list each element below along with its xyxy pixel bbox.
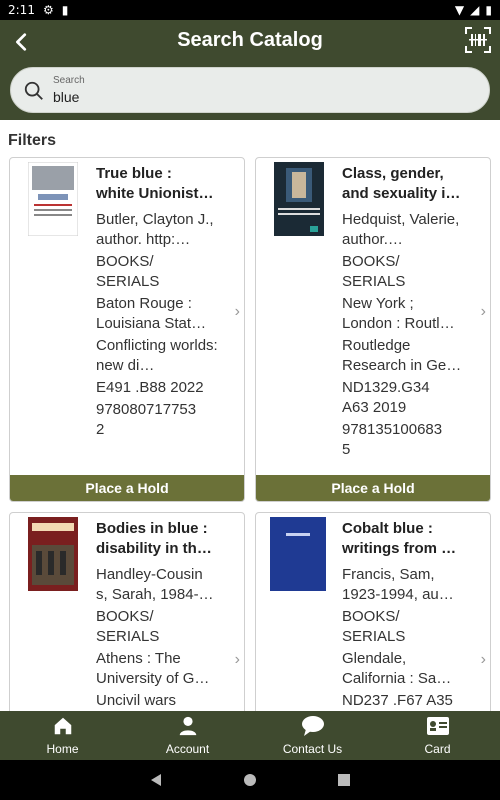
result-publisher: Athens : The University of G… [96, 650, 210, 687]
result-isbn: 978080717753 2 [96, 401, 197, 438]
barcode-scan-icon [465, 27, 491, 53]
result-format: BOOKS/ SERIALS [96, 253, 160, 290]
app-header: Search Catalog Search blue [0, 20, 500, 120]
nav-contact-label: Contact Us [282, 742, 343, 756]
chat-bubble-icon [301, 716, 324, 736]
chevron-right-icon: › [480, 651, 486, 668]
back-triangle-icon[interactable] [149, 773, 163, 787]
home-circle-icon[interactable] [243, 773, 257, 787]
barcode-scan-button[interactable] [464, 26, 492, 54]
chevron-right-icon: › [234, 303, 240, 320]
status-bar: 2:11 ⚙ ▮ ▼ ◢ ▮ [0, 0, 500, 20]
result-author: Francis, Sam, 1923-1994, au… [342, 566, 454, 603]
search-input[interactable]: Search blue [10, 67, 490, 113]
result-author: Butler, Clayton J., author. http:… [96, 211, 214, 248]
result-publisher: Baton Rouge : Louisiana Stat… [96, 295, 207, 332]
result-publisher: Glendale, California : Sa… [342, 650, 452, 687]
result-series: Conflicting worlds: new di… [96, 337, 218, 374]
book-cover-image [274, 162, 324, 236]
chevron-right-icon: › [480, 303, 486, 320]
result-title: Bodies in blue : disability in th… [96, 520, 212, 557]
result-author: Hedquist, Valerie, author.… [342, 211, 460, 248]
chevron-right-icon: › [234, 651, 240, 668]
result-series: ND237 .F67 A35 [342, 692, 453, 709]
nav-home[interactable]: Home [0, 711, 125, 760]
battery-icon: ▮ [485, 3, 492, 17]
account-icon [179, 716, 196, 736]
result-format: BOOKS/ SERIALS [342, 253, 406, 290]
nav-card[interactable]: Card [375, 711, 500, 760]
search-value[interactable]: blue [53, 89, 79, 105]
wifi-icon: ▼ [454, 3, 465, 17]
book-cover-image [28, 162, 78, 236]
nav-card-label: Card [424, 742, 451, 756]
signal-icon: ◢ [470, 3, 480, 17]
nav-home-label: Home [46, 742, 79, 756]
result-publisher: New York ; London : Routl… [342, 295, 455, 332]
result-card[interactable]: Bodies in blue : disability in th… Handl… [9, 512, 245, 732]
book-cover-image [270, 517, 326, 591]
result-call-number: E491 .B88 2022 [96, 379, 204, 396]
result-format: BOOKS/ SERIALS [96, 608, 160, 645]
result-series: Routledge Research in Ge… [342, 337, 462, 374]
home-icon [54, 717, 71, 735]
result-call-number: ND1329.G34 A63 2019 [342, 379, 430, 416]
search-icon [24, 81, 43, 100]
result-series: Uncivil wars [96, 692, 177, 709]
result-card[interactable]: True blue : white Unionist… Butler, Clay… [9, 157, 245, 502]
sd-card-icon: ▮ [61, 3, 69, 17]
nav-account-label: Account [165, 742, 210, 756]
filters-label[interactable]: Filters [8, 132, 56, 150]
result-card[interactable]: Cobalt blue : writings from … Francis, S… [255, 512, 491, 732]
result-title: Cobalt blue : writings from … [342, 520, 457, 557]
result-format: BOOKS/ SERIALS [342, 608, 406, 645]
search-label: Search [53, 75, 85, 86]
result-card[interactable]: Class, gender, and sexuality i… Hedquist… [255, 157, 491, 502]
library-card-icon [426, 717, 449, 735]
result-title: True blue : white Unionist… [96, 165, 214, 202]
nav-contact[interactable]: Contact Us [250, 711, 375, 760]
nav-account[interactable]: Account [125, 711, 250, 760]
result-isbn: 978135100683 5 [342, 421, 443, 458]
status-time: 2:11 [8, 3, 35, 17]
system-navigation-bar [0, 760, 500, 800]
result-title: Class, gender, and sexuality i… [342, 165, 461, 202]
settings-icon: ⚙ [42, 3, 54, 17]
place-hold-button[interactable]: Place a Hold [256, 475, 490, 501]
place-hold-button[interactable]: Place a Hold [10, 475, 244, 501]
result-author: Handley-Cousin s, Sarah, 1984-… [96, 566, 214, 603]
bottom-navigation: Home Account Contact Us Card [0, 711, 500, 760]
book-cover-image [28, 517, 78, 591]
recents-square-icon[interactable] [337, 773, 351, 787]
page-title: Search Catalog [177, 29, 323, 51]
